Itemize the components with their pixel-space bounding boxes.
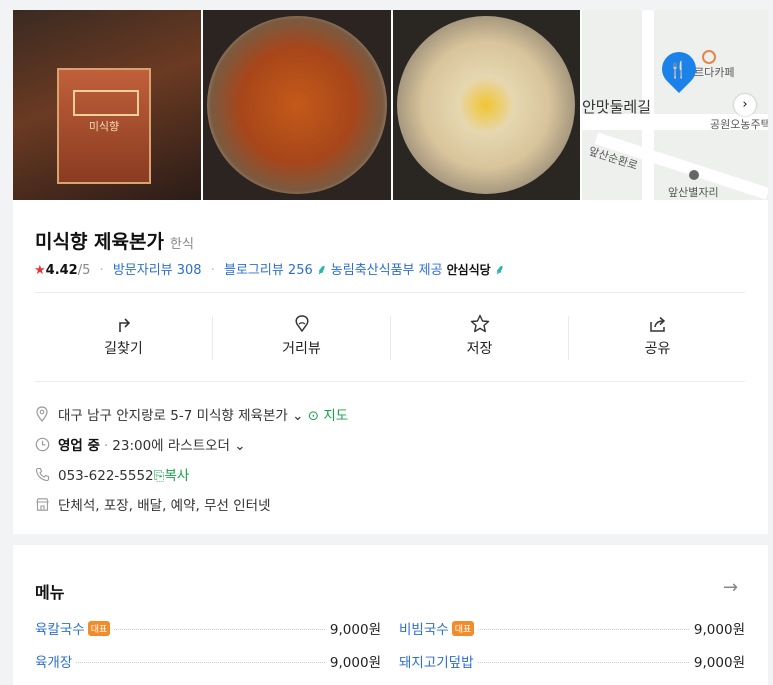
bowl-image — [207, 16, 387, 194]
streetview-button[interactable]: 거리뷰 — [213, 313, 390, 363]
phone-number[interactable]: 053-622-5552 — [58, 468, 154, 484]
share-label: 공유 — [644, 341, 671, 357]
visitor-reviews-link[interactable]: 방문자리뷰 308 — [113, 263, 202, 278]
menu-item-name: 육개장 — [35, 651, 77, 671]
menu-item-name: 육칼국수 대표 — [35, 618, 115, 638]
location-pin-icon — [35, 406, 53, 426]
hours-status: 영업 중 — [58, 438, 100, 454]
store-icon — [35, 497, 53, 516]
signature-badge: 대표 — [451, 621, 475, 636]
rating-star-icon: ★ — [34, 263, 46, 278]
laurel-left-icon: ⸙ — [316, 263, 327, 278]
rating-score: 4.42 — [45, 263, 78, 278]
map-pin-small-icon: ⊙ — [307, 408, 320, 424]
map-link[interactable]: ⊙ 지도 — [308, 408, 348, 424]
clock-icon — [35, 437, 53, 456]
landmark-icon — [689, 170, 699, 180]
phone-row: 053-622-5552⎘복사 — [35, 464, 189, 486]
address-expand-icon[interactable]: ⌄ — [292, 408, 303, 424]
separator: · — [99, 263, 104, 278]
copy-label: 복사 — [164, 468, 190, 484]
storefront-photo[interactable]: 미식향 — [13, 10, 201, 200]
menu-item-price: 9,000원 — [689, 651, 745, 671]
map-next-arrow-icon[interactable]: › — [734, 94, 756, 116]
bowl-image — [397, 16, 575, 194]
map-label-park: 공원오농주택 — [710, 118, 768, 131]
menu-item[interactable]: 육개장 9,000원 — [35, 651, 381, 671]
rating-max: /5 — [77, 263, 91, 278]
directions-label: 길찾기 — [104, 341, 143, 357]
map-label-cafe: 르다카페 — [694, 66, 735, 79]
phone-icon — [35, 467, 53, 486]
restaurant-icon: 🍴 — [668, 60, 688, 79]
place-category: 한식 — [169, 237, 194, 252]
place-card: 미식향 르다카페 🍴 안맛둘레길 › 공원오농주택 앞산순환로 앞산별자리 미식… — [13, 10, 768, 534]
menu-item-label: 육칼국수 — [35, 622, 85, 638]
separator: · — [210, 263, 215, 278]
share-icon — [569, 313, 746, 335]
save-button[interactable]: 저장 — [391, 313, 568, 363]
divider — [35, 292, 745, 293]
menu-item-price: 9,000원 — [325, 618, 381, 638]
menu-item-label: 비빔국수 — [399, 622, 449, 638]
menu-more-arrow-icon[interactable]: → — [723, 577, 738, 598]
streetview-label: 거리뷰 — [282, 341, 321, 357]
certification-brand: 안심식당 — [446, 263, 491, 277]
place-meta: ★4.42/5 · 방문자리뷰 308 · 블로그리뷰 256 ⸙ 농림축산식품… — [34, 259, 505, 278]
certification-source[interactable]: 농림축산식품부 제공 — [331, 263, 443, 278]
map-link-label: 지도 — [323, 408, 349, 424]
sign-text: 미식향 — [88, 120, 120, 133]
dish-photo-1[interactable] — [203, 10, 391, 200]
amenities-row: 단체석, 포장, 배달, 예약, 무선 인터넷 — [35, 494, 271, 516]
menu-item-name: 돼지고기덮밥 — [399, 651, 478, 671]
separator: · — [103, 438, 109, 454]
directions-icon — [35, 313, 212, 335]
address-text: 대구 남구 안지랑로 5-7 미식향 제육본가 — [58, 408, 288, 424]
divider — [35, 381, 745, 382]
menu-section: 메뉴 → 육칼국수 대표 9,000원 비빔국수 대표 9,000원 육개장 9,0… — [13, 545, 768, 685]
place-name: 미식향 제육본가 — [35, 231, 164, 253]
photo-strip[interactable]: 미식향 르다카페 🍴 안맛둘레길 › 공원오농주택 앞산순환로 앞산별자리 — [13, 10, 768, 200]
blog-reviews-link[interactable]: 블로그리뷰 256 — [224, 263, 313, 278]
hours-row: 영업 중 · 23:00에 라스트오더 ⌄ — [35, 434, 246, 456]
hours-detail: 23:00에 라스트오더 — [112, 438, 230, 454]
address-row: 대구 남구 안지랑로 5-7 미식향 제육본가 ⌄ ⊙ 지도 — [35, 404, 348, 426]
hours-expand-icon[interactable]: ⌄ — [234, 438, 245, 454]
laurel-right-icon: ⸙ — [494, 263, 505, 278]
menu-item[interactable]: 육칼국수 대표 9,000원 — [35, 618, 381, 638]
place-title-row: 미식향 제육본가 한식 — [35, 227, 194, 253]
menu-title: 메뉴 — [35, 583, 65, 602]
menu-item[interactable]: 돼지고기덮밥 9,000원 — [399, 651, 745, 671]
cafe-marker-icon — [702, 50, 716, 64]
directions-button[interactable]: 길찾기 — [35, 313, 212, 363]
amenities-text: 단체석, 포장, 배달, 예약, 무선 인터넷 — [58, 498, 271, 514]
sign-logo — [73, 90, 139, 116]
streetview-icon — [213, 313, 390, 335]
store-sign: 미식향 — [57, 68, 151, 184]
share-button[interactable]: 공유 — [569, 313, 746, 363]
dish-photo-2[interactable] — [393, 10, 580, 200]
menu-item-price: 9,000원 — [689, 618, 745, 638]
menu-item-price: 9,000원 — [325, 651, 381, 671]
location-map[interactable]: 르다카페 🍴 안맛둘레길 › 공원오농주택 앞산순환로 앞산별자리 — [582, 10, 768, 200]
map-label-street: 안맛둘레길 — [582, 98, 652, 116]
copy-icon: ⎘ — [153, 468, 165, 484]
save-label: 저장 — [466, 341, 493, 357]
menu-item[interactable]: 비빔국수 대표 9,000원 — [399, 618, 745, 638]
star-icon — [391, 313, 568, 335]
action-bar: 길찾기 거리뷰 저장 공유 — [35, 313, 745, 363]
signature-badge: 대표 — [87, 621, 111, 636]
menu-item-name: 비빔국수 대표 — [399, 618, 479, 638]
map-label-landmark: 앞산별자리 — [668, 186, 719, 199]
copy-phone-button[interactable]: ⎘복사 — [154, 468, 190, 484]
